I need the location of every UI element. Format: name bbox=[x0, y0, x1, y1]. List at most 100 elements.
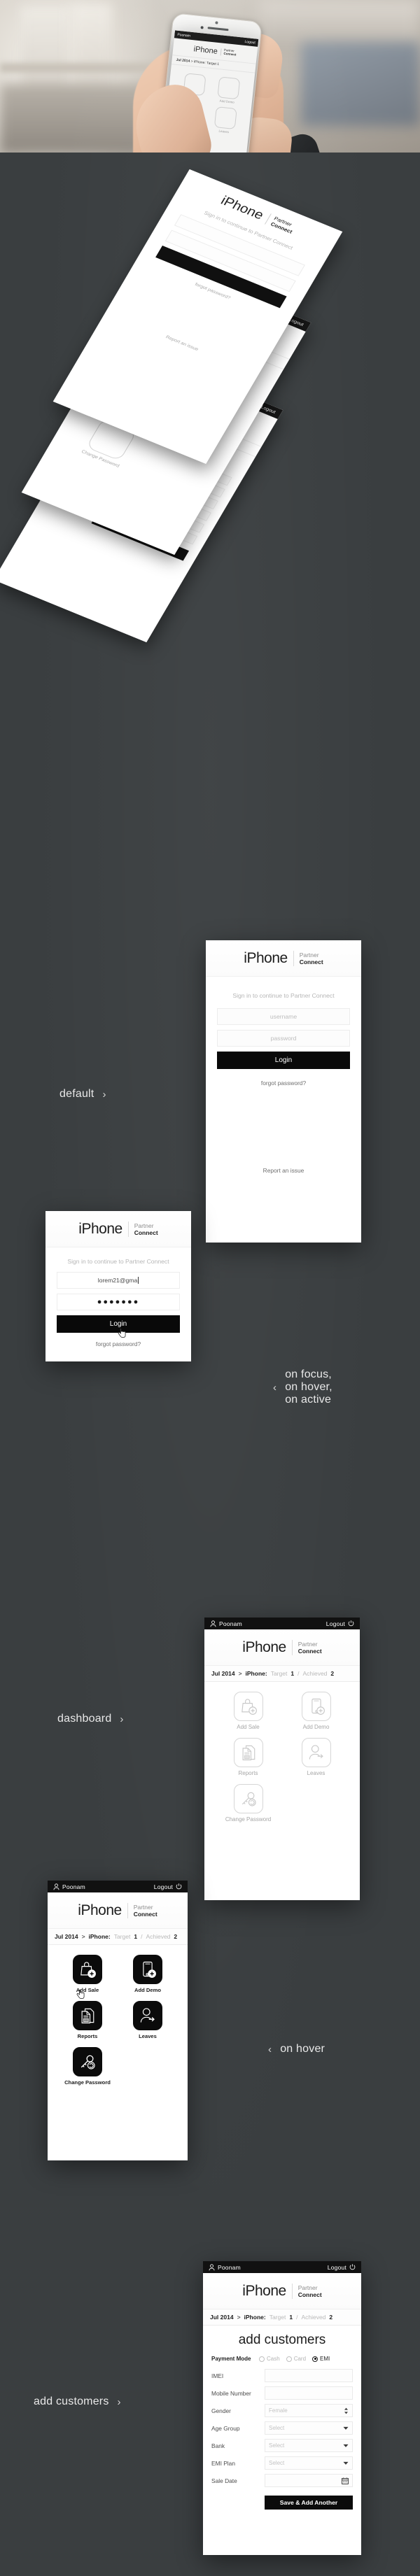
power-icon bbox=[348, 1620, 354, 1627]
breadcrumb-target-value: 1 bbox=[134, 1933, 138, 1940]
forgot-password-link[interactable]: forgot password? bbox=[206, 1069, 361, 1097]
imei-input[interactable] bbox=[265, 2369, 353, 2382]
login-button[interactable]: Login bbox=[217, 1052, 350, 1069]
payment-option-label: Card bbox=[293, 2356, 307, 2362]
breadcrumb-target-value: 1 bbox=[290, 1670, 295, 1677]
breadcrumb-slash: / bbox=[141, 1933, 143, 1940]
gender-value: Female bbox=[269, 2407, 288, 2414]
person-arrow-icon bbox=[301, 1738, 331, 1767]
dashboard-tile-leaves[interactable]: Leaves bbox=[120, 2001, 175, 2039]
brand-partner-connect: Partner Connect bbox=[264, 213, 297, 235]
caption-on-hover: ‹ on hover bbox=[268, 2043, 325, 2055]
dashboard-tile-label: Reports bbox=[238, 1770, 258, 1776]
status-bar-user-group: Poonam bbox=[210, 1620, 242, 1627]
status-bar-user: Poonam bbox=[177, 32, 191, 38]
dashboard-tile-add-demo[interactable]: Add Demo bbox=[285, 1692, 347, 1730]
logout-button[interactable]: Logout bbox=[154, 1883, 182, 1890]
dashboard-tile-add-sale[interactable]: Add Sale bbox=[217, 1692, 279, 1730]
payment-option-card[interactable]: Card bbox=[286, 2356, 306, 2362]
form-row-sale-date: Sale Date bbox=[203, 2472, 361, 2489]
calendar-icon[interactable] bbox=[342, 2477, 349, 2484]
password-input[interactable]: password bbox=[217, 1030, 350, 1047]
status-bar-user-group: Poonam bbox=[53, 1883, 85, 1890]
caption-states: ‹ on focus, on hover, on active bbox=[273, 1368, 332, 1406]
mobile-number-input[interactable] bbox=[265, 2386, 353, 2400]
age-group-value: Select bbox=[269, 2425, 285, 2431]
username-value: lorem21@gma bbox=[97, 1277, 138, 1284]
breadcrumb-achieved-label: Achieved bbox=[302, 1670, 328, 1677]
brand-iphone: iPhone bbox=[78, 1221, 122, 1237]
front-camera-icon bbox=[200, 26, 204, 29]
save-and-add-another-button[interactable]: Save & Add Another bbox=[265, 2496, 353, 2510]
payment-option-emi[interactable]: EMI bbox=[312, 2356, 330, 2362]
dashboard-grid: Add Sale Add Demo Reports Leaves Change … bbox=[48, 1945, 188, 2097]
bank-select[interactable]: Select bbox=[265, 2439, 353, 2452]
login-subtitle: Sign in to continue to Partner Connect bbox=[67, 1258, 169, 1265]
brand-connect: Connect bbox=[298, 1648, 322, 1655]
brand-partner: Partner bbox=[298, 2284, 318, 2291]
documents-icon bbox=[73, 2001, 102, 2030]
chevron-right-icon: › bbox=[102, 1088, 106, 1101]
breadcrumb-achieved-label: Achieved bbox=[146, 1933, 171, 1940]
password-input[interactable]: ●●●●●●● bbox=[57, 1294, 180, 1310]
breadcrumb-month[interactable]: Jul 2014 bbox=[210, 2314, 234, 2321]
caption-default: default › bbox=[59, 1088, 106, 1101]
brand-iphone: iPhone bbox=[242, 2283, 286, 2299]
username-input[interactable]: username bbox=[217, 1008, 350, 1025]
brand-lockup: iPhone Partner Connect bbox=[206, 940, 361, 977]
phone-plus-icon bbox=[216, 76, 240, 100]
status-bar: Poonam Logout bbox=[204, 1618, 360, 1629]
password-value: ●●●●●●● bbox=[97, 1298, 140, 1306]
dashboard-tile-add-sale[interactable]: Add Sale bbox=[60, 1955, 115, 1993]
documents-icon bbox=[233, 1738, 263, 1767]
dashboard-tile-add-demo[interactable]: Add Demo bbox=[120, 1955, 175, 1993]
brand-partner-connect: Partner Connect bbox=[298, 2284, 322, 2298]
status-bar: Poonam Logout bbox=[203, 2261, 361, 2273]
dashboard-screen-default: Poonam Logout iPhone Partner Connect Jul… bbox=[204, 1618, 360, 1900]
form-row-imei: IMEI bbox=[203, 2367, 361, 2384]
brand-connect: Connect bbox=[299, 958, 323, 965]
caption-on-hover: on hover, bbox=[285, 1381, 332, 1393]
breadcrumb-month[interactable]: Jul 2014 bbox=[55, 1933, 78, 1940]
emi-plan-select[interactable]: Select bbox=[265, 2456, 353, 2470]
chevron-left-icon: ‹ bbox=[268, 2043, 272, 2055]
brand-partner: Partner bbox=[298, 1640, 318, 1648]
dashboard-tile-label: Leaves bbox=[139, 2033, 157, 2039]
age-group-select[interactable]: Select bbox=[265, 2421, 353, 2435]
status-bar-user-group: Poonam bbox=[209, 2264, 241, 2271]
shopping-bag-plus-icon bbox=[73, 1955, 102, 1984]
brand-partner-connect: Partner Connect bbox=[134, 1222, 158, 1236]
dashboard-tile-reports[interactable]: Reports bbox=[60, 2001, 115, 2039]
dashboard-tile[interactable]: Add Demo bbox=[212, 76, 245, 105]
status-bar: Poonam Logout bbox=[48, 1881, 188, 1892]
brand-partner: Partner bbox=[133, 1903, 153, 1911]
logout-button[interactable]: Logout bbox=[326, 1620, 354, 1627]
dashboard-tile[interactable]: Leaves bbox=[209, 106, 241, 134]
brand-lockup: iPhone Partner Connect bbox=[48, 1892, 188, 1929]
dashboard-tile-change-password[interactable]: Change Password bbox=[217, 1784, 279, 1823]
brand-divider bbox=[291, 1640, 293, 1655]
dashboard-tile-reports[interactable]: Reports bbox=[217, 1738, 279, 1776]
dashboard-screen-hover: Poonam Logout iPhone Partner Connect Jul… bbox=[48, 1881, 188, 2160]
sale-date-input[interactable] bbox=[265, 2474, 353, 2487]
gender-select[interactable]: Female bbox=[265, 2404, 353, 2417]
dashboard-tile-leaves[interactable]: Leaves bbox=[285, 1738, 347, 1776]
payment-option-cash[interactable]: Cash bbox=[259, 2356, 280, 2362]
dashboard-tile-change-password[interactable]: Change Password bbox=[60, 2047, 115, 2086]
brand-connect: Connect bbox=[133, 1911, 158, 1918]
logout-button[interactable]: Logout bbox=[328, 2264, 356, 2271]
brand-iphone: iPhone bbox=[193, 45, 218, 56]
caption-on-active: on active bbox=[285, 1394, 332, 1406]
dashboard-tile-label: Leaves bbox=[218, 129, 230, 134]
breadcrumb-month[interactable]: Jul 2014 bbox=[211, 1670, 235, 1677]
form-label: Sale Date bbox=[211, 2477, 237, 2484]
status-bar-logout[interactable]: Logout bbox=[244, 39, 255, 45]
breadcrumb-device: iPhone: bbox=[245, 1670, 267, 1677]
report-an-issue-link[interactable]: Report an issue bbox=[206, 1167, 361, 1174]
status-bar-user: Poonam bbox=[219, 1620, 242, 1627]
hand-pointer-cursor-icon bbox=[76, 1990, 85, 1999]
key-refresh-icon bbox=[233, 1784, 263, 1813]
username-input[interactable]: lorem21@gma bbox=[57, 1272, 180, 1289]
phone-plus-icon bbox=[133, 1955, 162, 1984]
dashboard-tile-label: Change Password bbox=[64, 2079, 111, 2086]
